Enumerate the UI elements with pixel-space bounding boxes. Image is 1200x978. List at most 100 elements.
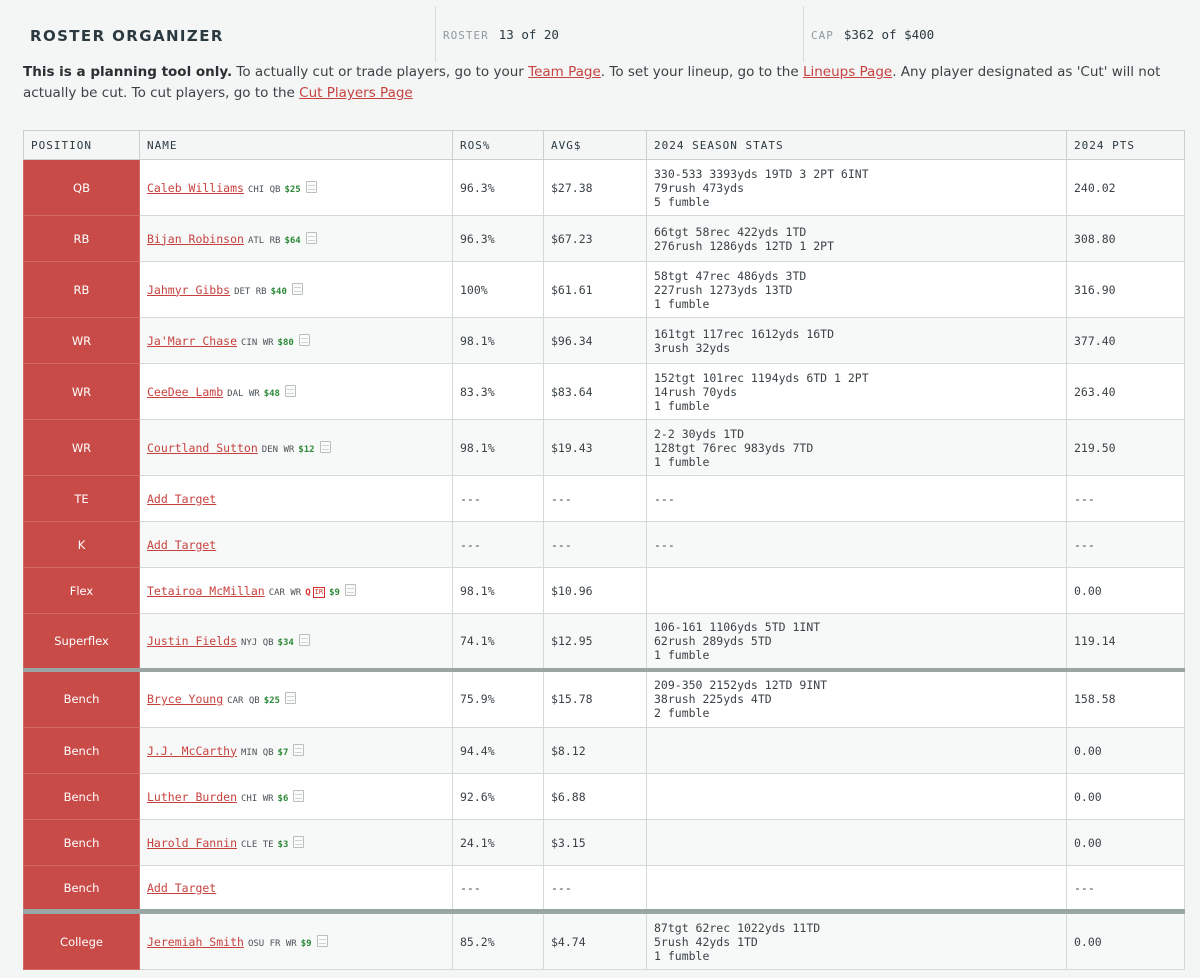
season-stats-cell: [646, 727, 1067, 774]
ros-cell: 96.3%: [452, 159, 544, 216]
player-note-icon[interactable]: [344, 583, 356, 596]
season-stats-cell: 66tgt 58rec 422yds 1TD 276rush 1286yds 1…: [646, 215, 1067, 262]
player-team-position: CHI QB: [247, 184, 281, 195]
points-cell: 0.00: [1066, 909, 1185, 970]
column-header-position[interactable]: POSITION: [23, 130, 140, 160]
position-slot[interactable]: Bench: [23, 865, 140, 912]
position-slot[interactable]: TE: [23, 475, 140, 522]
points-cell: 219.50: [1066, 419, 1185, 476]
player-team-position: CLE TE: [241, 839, 274, 850]
column-header-avg[interactable]: AVG$: [543, 130, 647, 160]
add-target-link[interactable]: Add Target: [147, 538, 216, 552]
table-row: Bench Bryce Young CAR QB $25 75.9% $15.78 209-…: [23, 667, 1185, 728]
player-name-link[interactable]: CeeDee Lamb: [147, 385, 223, 399]
player-name-cell: Harold Fannin CLE TE $3: [139, 819, 453, 866]
position-slot[interactable]: QB: [23, 159, 140, 216]
position-slot[interactable]: WR: [23, 419, 140, 476]
points-cell: 377.40: [1066, 317, 1185, 364]
player-salary: $64: [284, 235, 301, 246]
player-note-icon[interactable]: [316, 934, 328, 947]
position-slot[interactable]: Bench: [23, 667, 140, 728]
position-slot[interactable]: Bench: [23, 819, 140, 866]
player-salary: $9: [329, 587, 340, 598]
position-slot[interactable]: RB: [23, 261, 140, 318]
avg-salary-cell: $19.43: [543, 419, 647, 476]
player-note-icon[interactable]: [305, 231, 317, 244]
player-team-position: CAR WR: [268, 587, 302, 598]
player-name-link[interactable]: Harold Fannin: [147, 836, 237, 850]
table-row: WR Ja'Marr Chase CIN WR $80 98.1% $96.34 161tg…: [23, 317, 1185, 364]
avg-salary-cell: ---: [543, 475, 647, 522]
player-name-link[interactable]: J.J. McCarthy: [147, 744, 237, 758]
table-row: College Jeremiah Smith OSU FR WR $9 85.2% $4.…: [23, 909, 1185, 970]
team-page-link[interactable]: Team Page: [528, 64, 601, 80]
table-row: Flex Tetairoa McMillan CAR WR Q IR $9 98.1% $10…: [23, 567, 1185, 614]
player-name-link[interactable]: Jeremiah Smith: [147, 935, 244, 949]
position-slot[interactable]: Bench: [23, 773, 140, 820]
table-row: K Add Target --- --- --- ---: [23, 521, 1185, 568]
ros-cell: 96.3%: [452, 215, 544, 262]
position-slot[interactable]: WR: [23, 317, 140, 364]
column-header-name[interactable]: NAME: [139, 130, 453, 160]
position-slot[interactable]: RB: [23, 215, 140, 262]
player-name-link[interactable]: Luther Burden: [147, 790, 237, 804]
player-note-icon[interactable]: [293, 789, 305, 802]
injury-report-icon[interactable]: IR: [312, 586, 326, 598]
points-cell: 158.58: [1066, 667, 1185, 728]
cap-label: CAP: [811, 29, 834, 42]
player-salary: $25: [284, 184, 301, 195]
add-target-link[interactable]: Add Target: [147, 881, 216, 895]
player-note-icon[interactable]: [284, 692, 296, 705]
player-name-cell: Ja'Marr Chase CIN WR $80: [139, 317, 453, 364]
player-name-link[interactable]: Bryce Young: [147, 692, 223, 706]
player-name-link[interactable]: Tetairoa McMillan: [147, 584, 265, 598]
position-slot[interactable]: Superflex: [23, 613, 140, 670]
avg-salary-cell: $15.78: [543, 667, 647, 728]
player-note-icon[interactable]: [319, 440, 331, 453]
column-header-pts[interactable]: 2024 PTS: [1066, 130, 1185, 160]
avg-salary-cell: $61.61: [543, 261, 647, 318]
position-slot[interactable]: WR: [23, 363, 140, 420]
season-stats-cell: 58tgt 47rec 486yds 3TD 227rush 1273yds 1…: [646, 261, 1067, 318]
player-note-icon[interactable]: [284, 384, 296, 397]
player-team-position: DEN WR: [261, 444, 295, 455]
points-cell: 0.00: [1066, 773, 1185, 820]
avg-salary-cell: $10.96: [543, 567, 647, 614]
player-name-link[interactable]: Caleb Williams: [147, 181, 244, 195]
player-note-icon[interactable]: [305, 180, 317, 193]
cap-summary: CAP $362 of $400: [811, 27, 934, 42]
player-team-position: CAR QB: [227, 696, 260, 707]
player-note-icon[interactable]: [293, 835, 305, 848]
player-salary: $12: [298, 444, 315, 455]
player-note-icon[interactable]: [291, 282, 303, 295]
table-row: RB Jahmyr Gibbs DET RB $40 100% $61.61 58tgt 4…: [23, 261, 1185, 318]
column-header-ros[interactable]: ROS%: [452, 130, 544, 160]
position-slot[interactable]: Flex: [23, 567, 140, 614]
player-name-link[interactable]: Justin Fields: [147, 634, 237, 648]
header-divider: [803, 6, 804, 62]
avg-salary-cell: $67.23: [543, 215, 647, 262]
season-stats-cell: ---: [646, 475, 1067, 522]
player-note-icon[interactable]: [293, 743, 305, 756]
page-header: ROSTER ORGANIZER ROSTER 13 of 20 CAP $362 …: [0, 0, 1200, 62]
position-slot[interactable]: Bench: [23, 727, 140, 774]
add-target-link[interactable]: Add Target: [147, 492, 216, 506]
position-slot[interactable]: K: [23, 521, 140, 568]
lineups-page-link[interactable]: Lineups Page: [803, 64, 892, 80]
player-team-position: DET RB: [234, 286, 267, 297]
points-cell: 0.00: [1066, 727, 1185, 774]
avg-salary-cell: $27.38: [543, 159, 647, 216]
table-row: QB Caleb Williams CHI QB $25 96.3% $27.38 330-…: [23, 159, 1185, 216]
player-name-link[interactable]: Bijan Robinson: [147, 232, 244, 246]
player-name-cell: Jeremiah Smith OSU FR WR $9: [139, 909, 453, 970]
position-slot[interactable]: College: [23, 909, 140, 970]
player-name-link[interactable]: Jahmyr Gibbs: [147, 283, 230, 297]
season-stats-cell: [646, 773, 1067, 820]
player-name-link[interactable]: Ja'Marr Chase: [147, 334, 237, 348]
player-note-icon[interactable]: [298, 633, 310, 646]
column-header-season-stats[interactable]: 2024 SEASON STATS: [646, 130, 1067, 160]
player-note-icon[interactable]: [298, 333, 310, 346]
player-name-link[interactable]: Courtland Sutton: [147, 441, 258, 455]
cut-players-page-link[interactable]: Cut Players Page: [299, 85, 413, 101]
points-cell: 0.00: [1066, 567, 1185, 614]
